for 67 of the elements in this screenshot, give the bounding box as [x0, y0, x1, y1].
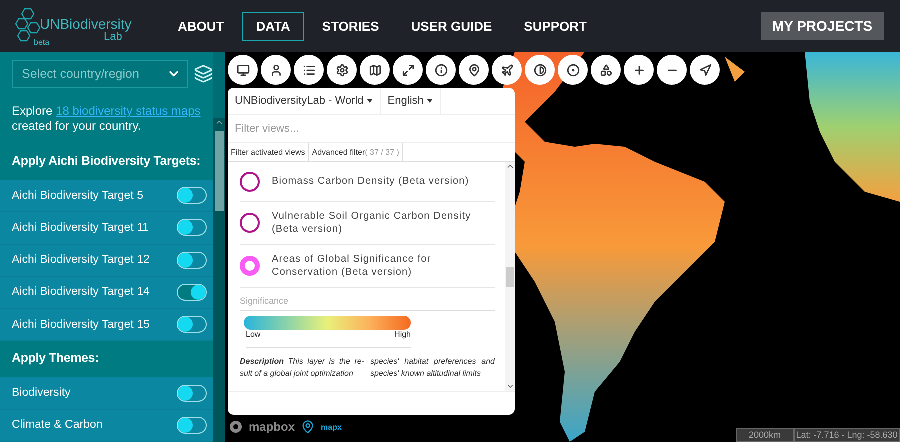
nav-link[interactable]: USER GUIDE — [397, 12, 506, 40]
project-dropdown[interactable]: UNBiodiversityLab - World — [228, 88, 381, 114]
toggle-label: Aichi Biodiversity Target 14 — [12, 286, 150, 298]
toggle-label: Aichi Biodiversity Target 11 — [12, 222, 150, 234]
list-icon — [302, 64, 316, 76]
gears-icon — [336, 64, 348, 76]
compass-icon — [698, 64, 712, 76]
view-title: Vulnerable Soil Organic Carbon Density (Beta version) — [272, 210, 472, 236]
view-toggle[interactable] — [240, 213, 260, 233]
toggle-switch[interactable] — [177, 187, 207, 204]
intro-text: Explore 18 biodiversity status maps created for your country. — [12, 104, 202, 134]
mapbox-logo-icon — [229, 420, 243, 434]
scrollbar[interactable] — [505, 162, 515, 391]
info-icon — [434, 64, 448, 76]
toggle-switch[interactable] — [177, 384, 207, 402]
user-icon — [270, 64, 282, 76]
scrollbar-thumb[interactable] — [506, 266, 514, 286]
section-heading: Apply Themes: — [0, 341, 213, 378]
toggle-switch[interactable] — [177, 219, 207, 236]
pin-icon — [468, 64, 480, 76]
target-icon — [566, 64, 580, 76]
filter-tab[interactable]: Advanced filter( 37 / 37 ) — [309, 143, 404, 161]
description-text: Description This layer is the re-sult of a global joint optimization — [240, 356, 364, 380]
logo-name: UNBiodiversity — [40, 16, 132, 32]
legend-low-label: Low — [246, 330, 261, 339]
legend-title: Significance — [240, 288, 495, 311]
draw-icon — [600, 64, 612, 76]
layers-icon[interactable] — [194, 64, 213, 84]
view-title: Areas of Global Significance for Conservation (Beta version) — [272, 253, 432, 279]
chevron-down-icon — [506, 382, 514, 391]
monitor-icon — [236, 64, 250, 76]
logo-subtitle: Lab — [104, 31, 122, 43]
chevron-up-icon — [214, 118, 224, 127]
nav-link[interactable]: SUPPORT — [510, 12, 601, 40]
map-icon — [368, 64, 382, 76]
toggle-switch[interactable] — [177, 284, 207, 301]
legend-high-label: High — [394, 330, 411, 339]
toggle-switch[interactable] — [177, 316, 207, 334]
section-heading: Apply Aichi Biodiversity Targets: — [0, 144, 213, 180]
contrast-icon — [534, 64, 546, 76]
zoom-in-icon — [632, 64, 646, 76]
toggle-label: Climate & Carbon — [12, 419, 103, 432]
nav-link[interactable]: STORIES — [308, 12, 394, 40]
view-title: Biomass Carbon Density (Beta version) — [272, 175, 470, 188]
toggle-label: Biodiversity — [12, 387, 71, 400]
chevron-up-icon — [506, 162, 514, 171]
my-projects-button[interactable]: MY PROJECTS — [761, 12, 884, 40]
nav-link[interactable]: ABOUT — [164, 12, 238, 40]
toggle-switch[interactable] — [177, 416, 207, 434]
pin-icon — [301, 420, 316, 434]
mapx-label: mapx — [321, 422, 342, 432]
plane-icon — [500, 64, 514, 76]
scrollbar-thumb[interactable] — [214, 131, 224, 211]
description-text: species' habitat preferences and species' known altitudinal limits — [370, 356, 495, 380]
view-toggle[interactable] — [240, 256, 260, 276]
expand-icon — [402, 64, 414, 76]
toggle-label: Aichi Biodiversity Target 5 — [12, 190, 144, 202]
view-toggle[interactable] — [240, 172, 260, 192]
mapbox-attribution: mapbox — [249, 420, 296, 434]
nav-link[interactable]: DATA — [242, 12, 304, 40]
coordinates-label: Lat: -7.716 - Lng: -58.630 — [794, 428, 900, 442]
toggle-label: Aichi Biodiversity Target 15 — [12, 318, 150, 331]
toggle-switch[interactable] — [177, 252, 207, 269]
scale-label: 2000km — [736, 428, 794, 442]
scrollbar[interactable] — [213, 118, 225, 442]
toggle-label: Aichi Biodiversity Target 12 — [12, 254, 150, 266]
beta-label: beta — [34, 38, 50, 47]
